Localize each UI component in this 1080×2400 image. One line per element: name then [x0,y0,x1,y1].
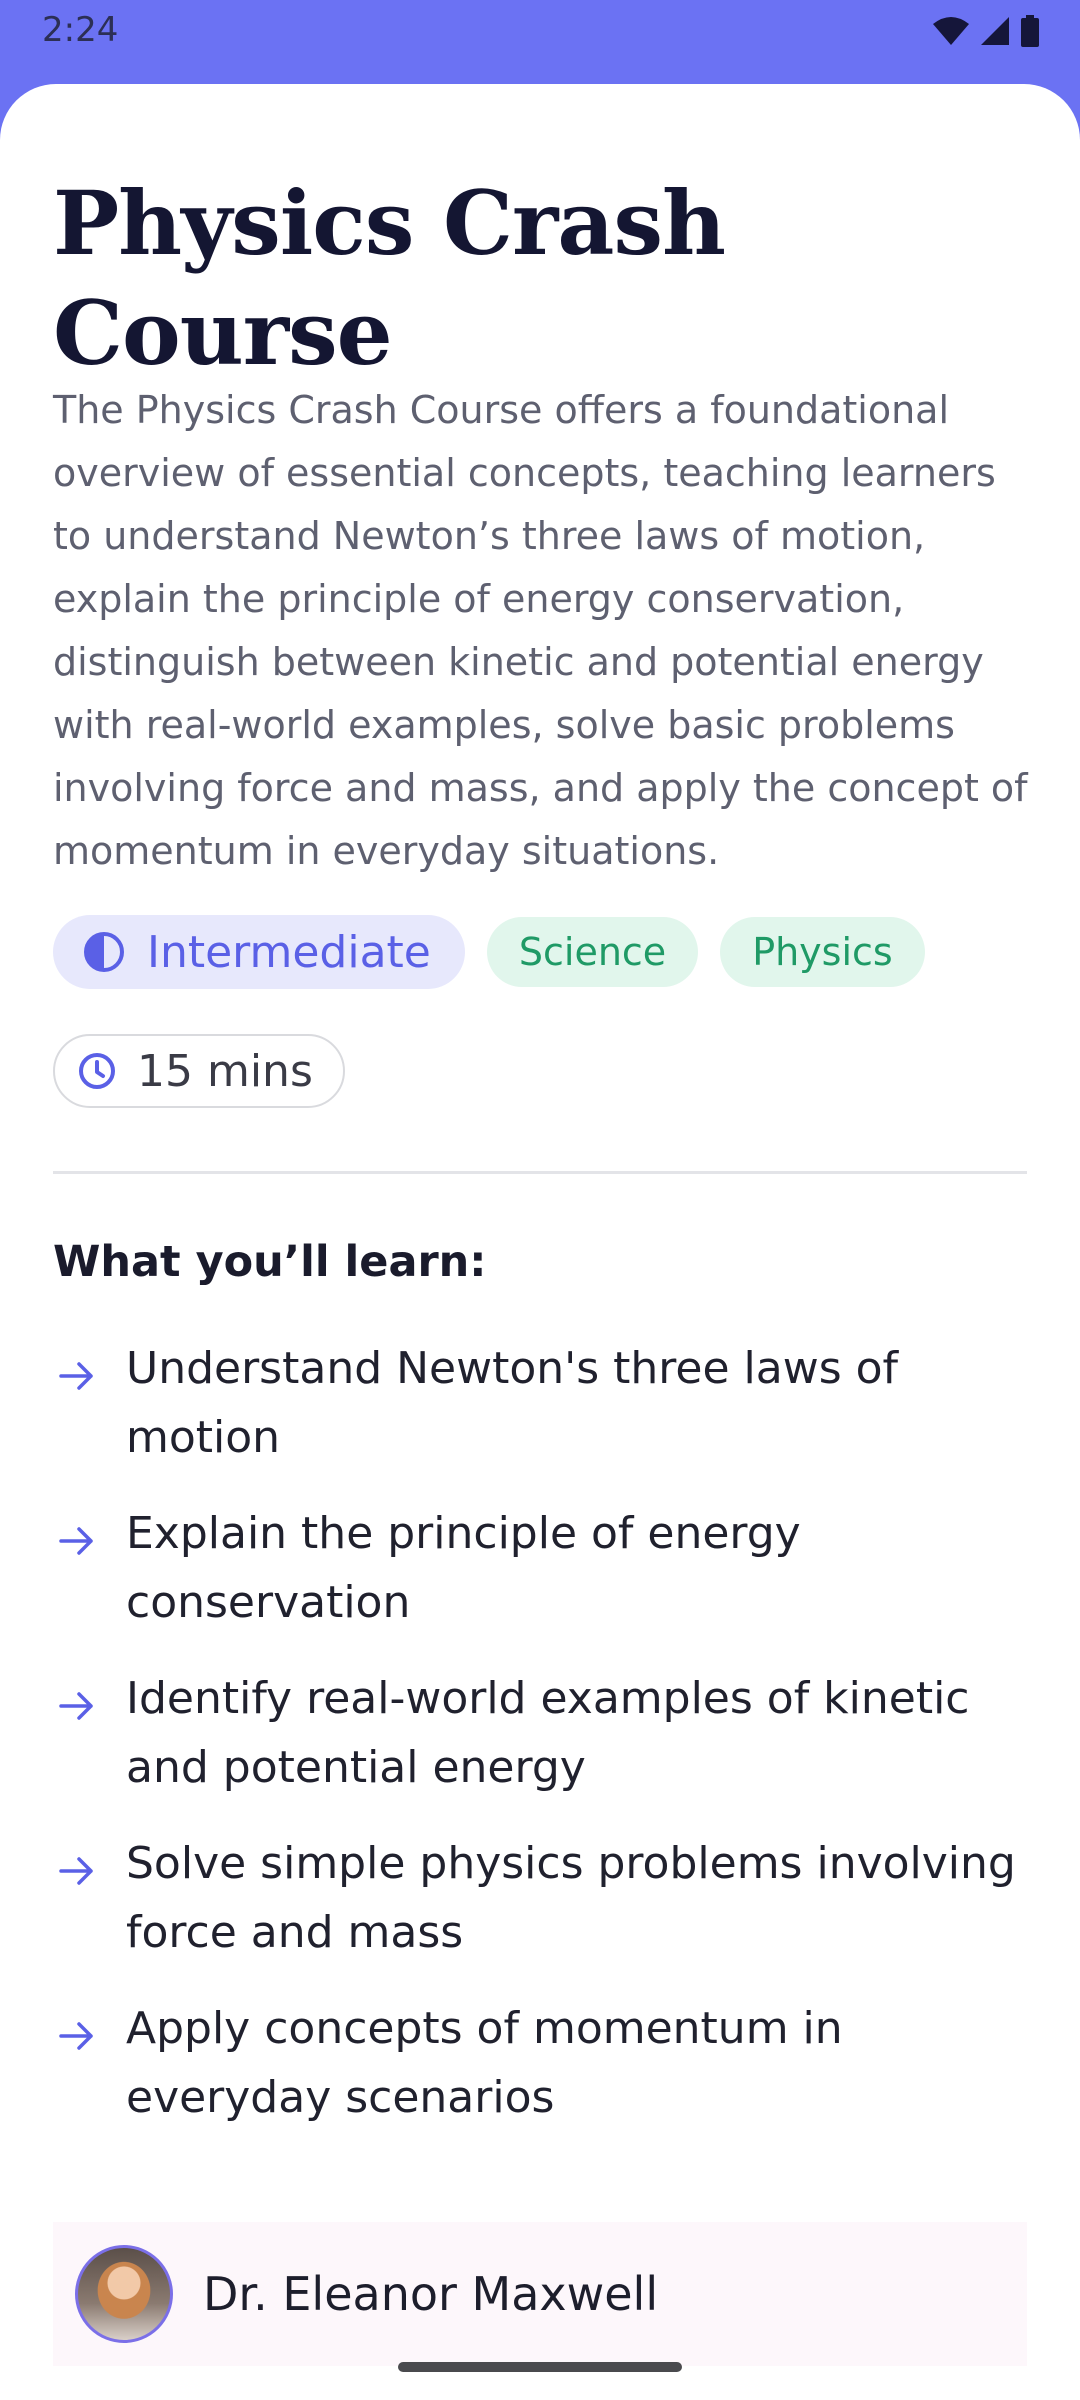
arrow-right-icon [59,1362,93,1390]
learn-item-text: Identify real-world examples of kinetic … [126,1673,970,1793]
learn-item-text: Explain the principle of energy conserva… [126,1508,801,1628]
learn-item-text: Apply concepts of momentum in everyday s… [126,2003,843,2123]
instructor-card[interactable]: Dr. Eleanor Maxwell [53,2222,1027,2366]
cellular-signal-icon [981,17,1009,45]
home-indicator[interactable] [398,2362,682,2372]
course-description: The Physics Crash Course offers a founda… [53,388,1028,873]
tag-chip-science[interactable]: Science [486,917,699,987]
learn-heading: What you’ll learn: [53,1237,487,1287]
battery-icon [1021,15,1039,47]
list-item: Understand Newton's three laws of motion [53,1334,1043,1499]
learn-item-text: Solve simple physics problems involving … [126,1838,1016,1958]
level-label: Intermediate [147,926,431,978]
list-item: Identify real-world examples of kinetic … [53,1664,1043,1829]
half-circle-icon [84,932,124,972]
status-time: 2:24 [42,10,119,50]
duration-badge: 15 mins [53,1034,345,1108]
learn-list: Understand Newton's three laws of motion… [53,1334,1043,2159]
course-detail-sheet: Physics Crash Course The Physics Crash C… [0,84,1080,2400]
learn-item-text: Understand Newton's three laws of motion [126,1343,899,1463]
status-bar: 2:24 [0,0,1080,84]
course-chips: Intermediate Science Physics [53,915,925,989]
divider [53,1171,1027,1174]
page-title: Physics Crash Course [53,171,726,385]
wifi-icon [933,17,969,45]
status-icons [932,14,1040,48]
tag-label: Physics [752,930,893,974]
duration-label: 15 mins [137,1045,313,1097]
arrow-right-icon [59,1692,93,1720]
arrow-right-icon [59,1857,93,1885]
list-item: Explain the principle of energy conserva… [53,1499,1043,1664]
avatar [75,2245,173,2343]
tag-chip-physics[interactable]: Physics [720,917,925,987]
instructor-name: Dr. Eleanor Maxwell [203,2267,659,2321]
clock-icon [79,1053,115,1089]
tag-label: Science [518,930,667,974]
arrow-right-icon [59,1527,93,1555]
list-item: Solve simple physics problems involving … [53,1829,1043,1994]
level-chip[interactable]: Intermediate [53,915,465,989]
arrow-right-icon [59,2022,93,2050]
list-item: Apply concepts of momentum in everyday s… [53,1994,1043,2159]
